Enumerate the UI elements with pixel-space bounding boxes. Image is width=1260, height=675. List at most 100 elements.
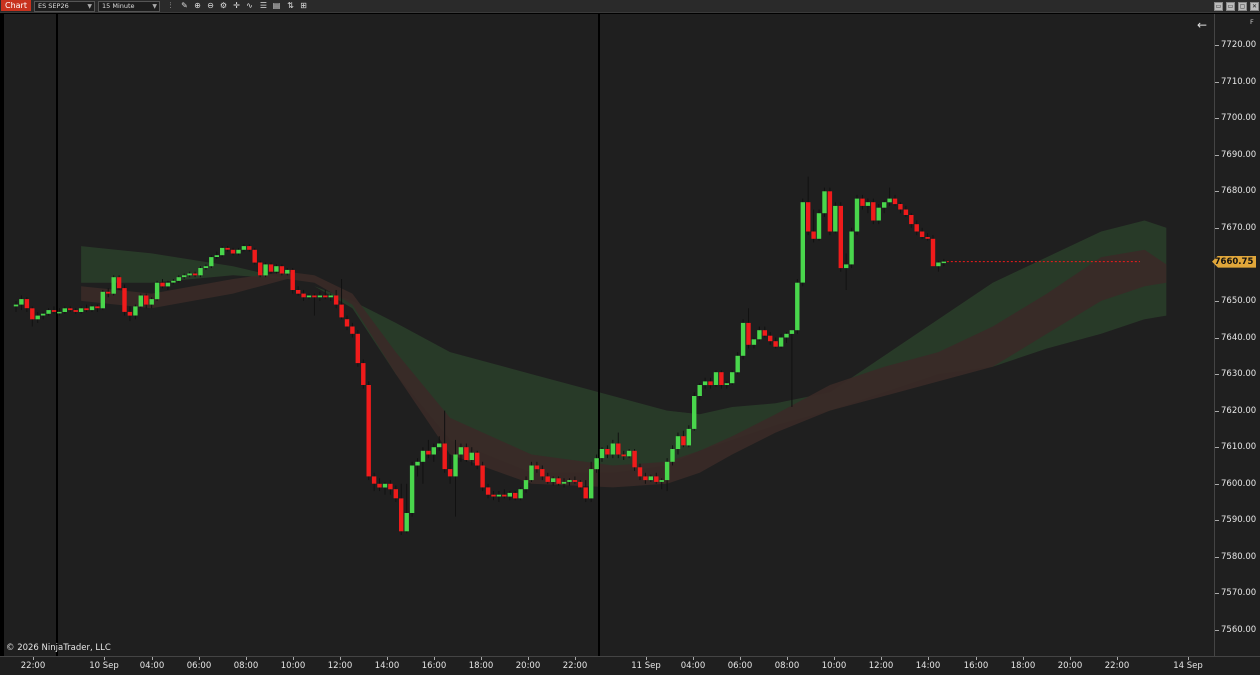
candle-body: [306, 295, 312, 298]
candle-body: [388, 483, 393, 490]
candle-body: [355, 333, 360, 364]
candle-body: [116, 277, 122, 289]
price-scale-mark[interactable]: F: [1250, 18, 1254, 26]
candle-body: [708, 381, 713, 386]
candle-body: [377, 483, 382, 488]
candle-body: [654, 476, 659, 482]
candle-body: [621, 454, 626, 457]
candle-body: [496, 494, 502, 497]
candle-body: [865, 202, 871, 206]
candle-body: [648, 476, 653, 481]
candle-body: [301, 293, 306, 298]
candle-body: [371, 476, 377, 484]
candle-body: [605, 449, 610, 455]
candle-body: [247, 246, 252, 250]
candle-body: [925, 237, 930, 239]
candle-body: [13, 304, 19, 307]
candle-body: [68, 308, 73, 311]
candle-body: [165, 282, 171, 287]
candle-body: [773, 341, 778, 347]
candle-body: [40, 313, 46, 316]
candle-body: [144, 295, 149, 305]
candle-body: [572, 480, 578, 482]
candle-body: [670, 449, 675, 462]
candle-body: [46, 310, 51, 314]
candle-body: [827, 191, 833, 232]
candle-body: [919, 231, 925, 237]
candle-body: [95, 306, 100, 309]
candlestick-chart: [13, 14, 1167, 656]
candle-body: [84, 308, 89, 311]
candle-body: [909, 215, 914, 225]
candle-body: [127, 311, 133, 316]
candle-body: [599, 449, 605, 459]
candle-body: [458, 447, 464, 455]
candle-body: [78, 308, 84, 312]
candle-body: [209, 257, 214, 267]
candle-body: [290, 269, 295, 290]
candle-body: [871, 202, 876, 221]
candle-body: [464, 447, 469, 460]
candle-body: [854, 198, 860, 232]
candle-body: [849, 231, 854, 265]
candle-body: [882, 202, 887, 208]
candle-body: [583, 487, 588, 499]
candle-body: [323, 295, 328, 298]
candle-body: [724, 383, 729, 385]
candle-body: [453, 454, 458, 477]
candle-body: [730, 372, 735, 384]
candle-body: [822, 191, 827, 214]
candle-body: [594, 458, 599, 470]
candle-body: [675, 436, 681, 449]
candle-body: [241, 246, 247, 250]
candle-body: [344, 319, 350, 327]
candle-body: [317, 295, 323, 298]
candle-body: [930, 238, 936, 267]
candle-body: [567, 480, 572, 482]
candle-body: [154, 282, 160, 300]
candle-body: [529, 465, 534, 481]
candle-body: [589, 469, 594, 499]
candle-body: [480, 465, 485, 488]
candle-body: [214, 255, 219, 257]
candle-body: [149, 299, 154, 305]
candle-body: [437, 443, 442, 448]
candle-body: [936, 262, 941, 267]
candle-body: [903, 209, 909, 215]
candle-body: [610, 443, 616, 455]
arrow-left-icon[interactable]: ←: [1197, 18, 1207, 32]
candle-body: [507, 492, 512, 497]
candle-body: [404, 513, 409, 532]
candle-body: [518, 489, 523, 499]
candle-body: [447, 469, 453, 477]
candle-body: [816, 213, 822, 239]
candle-body: [740, 322, 746, 356]
candle-body: [252, 249, 257, 263]
candle-body: [485, 487, 491, 495]
candle-body: [844, 264, 849, 269]
candle-body: [268, 264, 274, 272]
candle-body: [366, 385, 371, 477]
candle-body: [361, 363, 366, 385]
candle-body: [133, 306, 138, 316]
candle-body: [399, 498, 404, 532]
candle-body: [409, 465, 415, 513]
candle-body: [182, 275, 187, 278]
candle-body: [236, 249, 241, 254]
candle-body: [296, 290, 301, 294]
candle-body: [89, 306, 95, 311]
candle-body: [806, 202, 811, 232]
candle-body: [333, 295, 339, 305]
candle-body: [160, 282, 165, 287]
candle-body: [176, 277, 181, 281]
candle-body: [263, 264, 268, 276]
candle-body: [475, 452, 480, 466]
candle-body: [225, 247, 230, 250]
candle-body: [513, 492, 518, 499]
candle-body: [702, 381, 708, 386]
candle-body: [887, 198, 892, 203]
candle-body: [171, 280, 176, 283]
candle-body: [350, 326, 355, 334]
candle-body: [426, 450, 431, 455]
candle-body: [420, 450, 426, 462]
